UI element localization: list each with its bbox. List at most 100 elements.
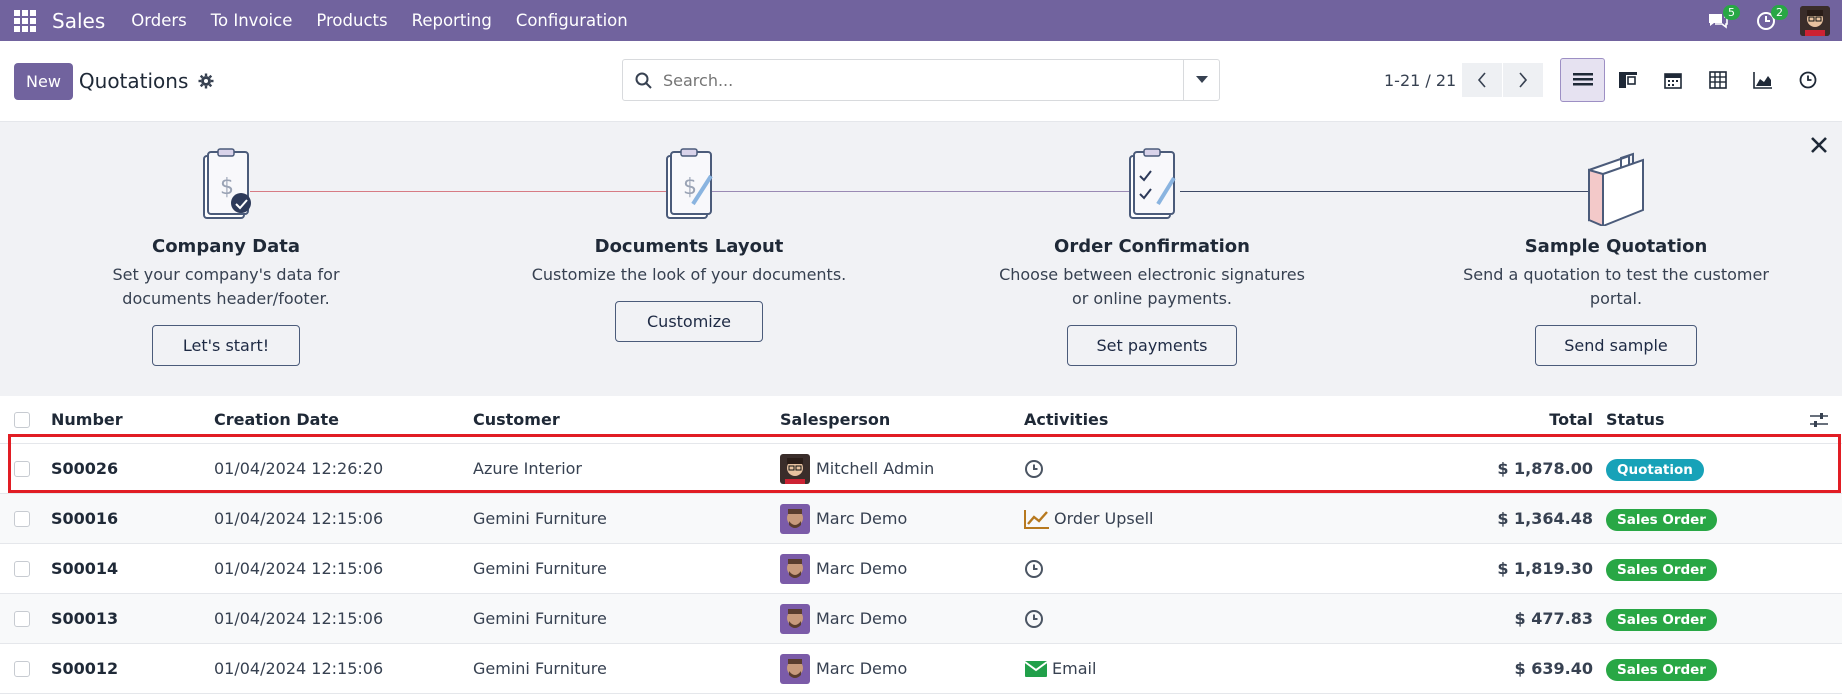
- app-brand[interactable]: Sales: [52, 9, 105, 33]
- activities-button[interactable]: 2: [1752, 4, 1788, 35]
- clock-icon[interactable]: [1024, 609, 1044, 629]
- control-panel: New Quotations 1-21 / 21: [0, 41, 1842, 122]
- onboarding-step-confirmation: Order Confirmation Choose between electr…: [992, 146, 1312, 366]
- messages-button[interactable]: 5: [1704, 4, 1740, 35]
- salesperson-avatar[interactable]: [780, 603, 810, 634]
- email-icon[interactable]: [1024, 660, 1048, 678]
- page-title: Quotations: [78, 69, 189, 93]
- column-number[interactable]: Number: [51, 410, 123, 429]
- table-row[interactable]: S00012 01/04/2024 12:15:06 Gemini Furnit…: [0, 644, 1842, 694]
- onboarding-panel: $ Company Data Set your company's data f…: [0, 122, 1842, 396]
- table-row[interactable]: S00013 01/04/2024 12:15:06 Gemini Furnit…: [0, 594, 1842, 644]
- column-activities[interactable]: Activities: [1024, 410, 1108, 429]
- order-total: $ 1,878.00: [1497, 459, 1593, 478]
- calendar-icon: [1663, 73, 1682, 89]
- row-checkbox[interactable]: [14, 610, 30, 627]
- close-icon[interactable]: [1810, 136, 1828, 154]
- gear-icon[interactable]: [198, 73, 214, 89]
- status-badge: Sales Order: [1606, 659, 1717, 681]
- search-input[interactable]: [663, 70, 1183, 90]
- clock-icon[interactable]: [1024, 459, 1044, 479]
- new-button[interactable]: New: [14, 62, 73, 100]
- customize-button[interactable]: Customize: [615, 301, 763, 342]
- creation-date: 01/04/2024 12:15:06: [214, 509, 384, 528]
- lets-start-button[interactable]: Let's start!: [152, 325, 300, 366]
- send-sample-button[interactable]: Send sample: [1535, 325, 1697, 366]
- row-checkbox[interactable]: [14, 560, 30, 577]
- customer-name: Azure Interior: [473, 459, 583, 478]
- table-header: Number Creation Date Customer Salesperso…: [0, 396, 1842, 444]
- column-total[interactable]: Total: [1549, 410, 1593, 429]
- order-number: S00013: [51, 609, 119, 628]
- column-creation-date[interactable]: Creation Date: [214, 410, 339, 429]
- graph-view-button[interactable]: [1740, 58, 1785, 102]
- salesperson-avatar[interactable]: [780, 553, 810, 584]
- activity-cell[interactable]: Email: [1024, 659, 1096, 678]
- pivot-view-button[interactable]: [1695, 58, 1740, 102]
- apps-menu-icon[interactable]: [14, 9, 36, 32]
- order-total: $ 477.83: [1514, 609, 1593, 628]
- salesperson-avatar[interactable]: [780, 453, 810, 484]
- document-layout-icon: $: [666, 148, 713, 219]
- salesperson-avatar[interactable]: [780, 653, 810, 684]
- pager-previous-button[interactable]: [1462, 63, 1502, 97]
- order-total: $ 639.40: [1514, 659, 1593, 678]
- row-checkbox[interactable]: [14, 510, 30, 527]
- list-view-button[interactable]: [1560, 58, 1605, 102]
- salesperson-name: Marc Demo: [816, 609, 908, 628]
- order-number: S00014: [51, 559, 119, 578]
- creation-date: 01/04/2024 12:15:06: [214, 609, 384, 628]
- chevron-left-icon: [1477, 72, 1486, 88]
- column-salesperson[interactable]: Salesperson: [780, 410, 890, 429]
- search-icon: [635, 72, 652, 89]
- activity-cell[interactable]: Order Upsell: [1024, 509, 1154, 529]
- activity-cell[interactable]: [1024, 559, 1044, 579]
- activity-view-button[interactable]: [1785, 58, 1830, 102]
- table-row[interactable]: S00026 01/04/2024 12:26:20 Azure Interio…: [0, 444, 1842, 494]
- order-number: S00012: [51, 659, 119, 678]
- menu-products[interactable]: Products: [304, 11, 399, 30]
- row-checkbox[interactable]: [14, 660, 30, 677]
- table-row[interactable]: S00016 01/04/2024 12:15:06 Gemini Furnit…: [0, 494, 1842, 544]
- salesperson-name: Marc Demo: [816, 559, 908, 578]
- column-status[interactable]: Status: [1606, 410, 1665, 429]
- activities-count-badge: 2: [1771, 4, 1788, 20]
- kanban-view-button[interactable]: [1605, 58, 1650, 102]
- customer-name: Gemini Furniture: [473, 659, 607, 678]
- row-checkbox[interactable]: [14, 460, 30, 477]
- set-payments-button[interactable]: Set payments: [1067, 325, 1237, 366]
- optional-columns-icon[interactable]: [1810, 412, 1828, 428]
- menu-configuration[interactable]: Configuration: [504, 11, 640, 30]
- user-avatar[interactable]: [1800, 5, 1830, 36]
- pager-next-button[interactable]: [1503, 63, 1543, 97]
- salesperson-name: Mitchell Admin: [816, 459, 935, 478]
- step-description: Customize the look of your documents.: [531, 265, 847, 284]
- salesperson-avatar[interactable]: [780, 503, 810, 534]
- top-navbar: Sales Orders To Invoice Products Reporti…: [0, 0, 1842, 41]
- activity-cell[interactable]: [1024, 609, 1044, 629]
- table-row[interactable]: S00014 01/04/2024 12:15:06 Gemini Furnit…: [0, 544, 1842, 594]
- calendar-view-button[interactable]: [1650, 58, 1695, 102]
- search-dropdown-toggle[interactable]: [1183, 60, 1219, 100]
- select-all-checkbox[interactable]: [14, 411, 30, 428]
- menu-orders[interactable]: Orders: [119, 11, 199, 30]
- step-description: Set your company's data for documents he…: [112, 265, 340, 308]
- quotations-table: Number Creation Date Customer Salesperso…: [0, 396, 1842, 694]
- chart-icon[interactable]: [1024, 509, 1050, 529]
- svg-text:$: $: [220, 175, 234, 200]
- menu-to-invoice[interactable]: To Invoice: [199, 11, 305, 30]
- list-icon: [1572, 73, 1593, 86]
- salesperson-cell: Mitchell Admin: [780, 453, 935, 484]
- salesperson-name: Marc Demo: [816, 659, 908, 678]
- order-total: $ 1,819.30: [1497, 559, 1593, 578]
- pager-value[interactable]: 1-21 / 21: [1384, 71, 1456, 90]
- creation-date: 01/04/2024 12:15:06: [214, 559, 384, 578]
- order-total: $ 1,364.48: [1497, 509, 1593, 528]
- menu-reporting[interactable]: Reporting: [400, 11, 504, 30]
- activity-cell[interactable]: [1024, 459, 1044, 479]
- clock-icon[interactable]: [1024, 559, 1044, 579]
- column-customer[interactable]: Customer: [473, 410, 560, 429]
- kanban-icon: [1618, 72, 1637, 88]
- table-icon: [1708, 71, 1727, 89]
- step-description: Send a quotation to test the customer po…: [1463, 265, 1769, 308]
